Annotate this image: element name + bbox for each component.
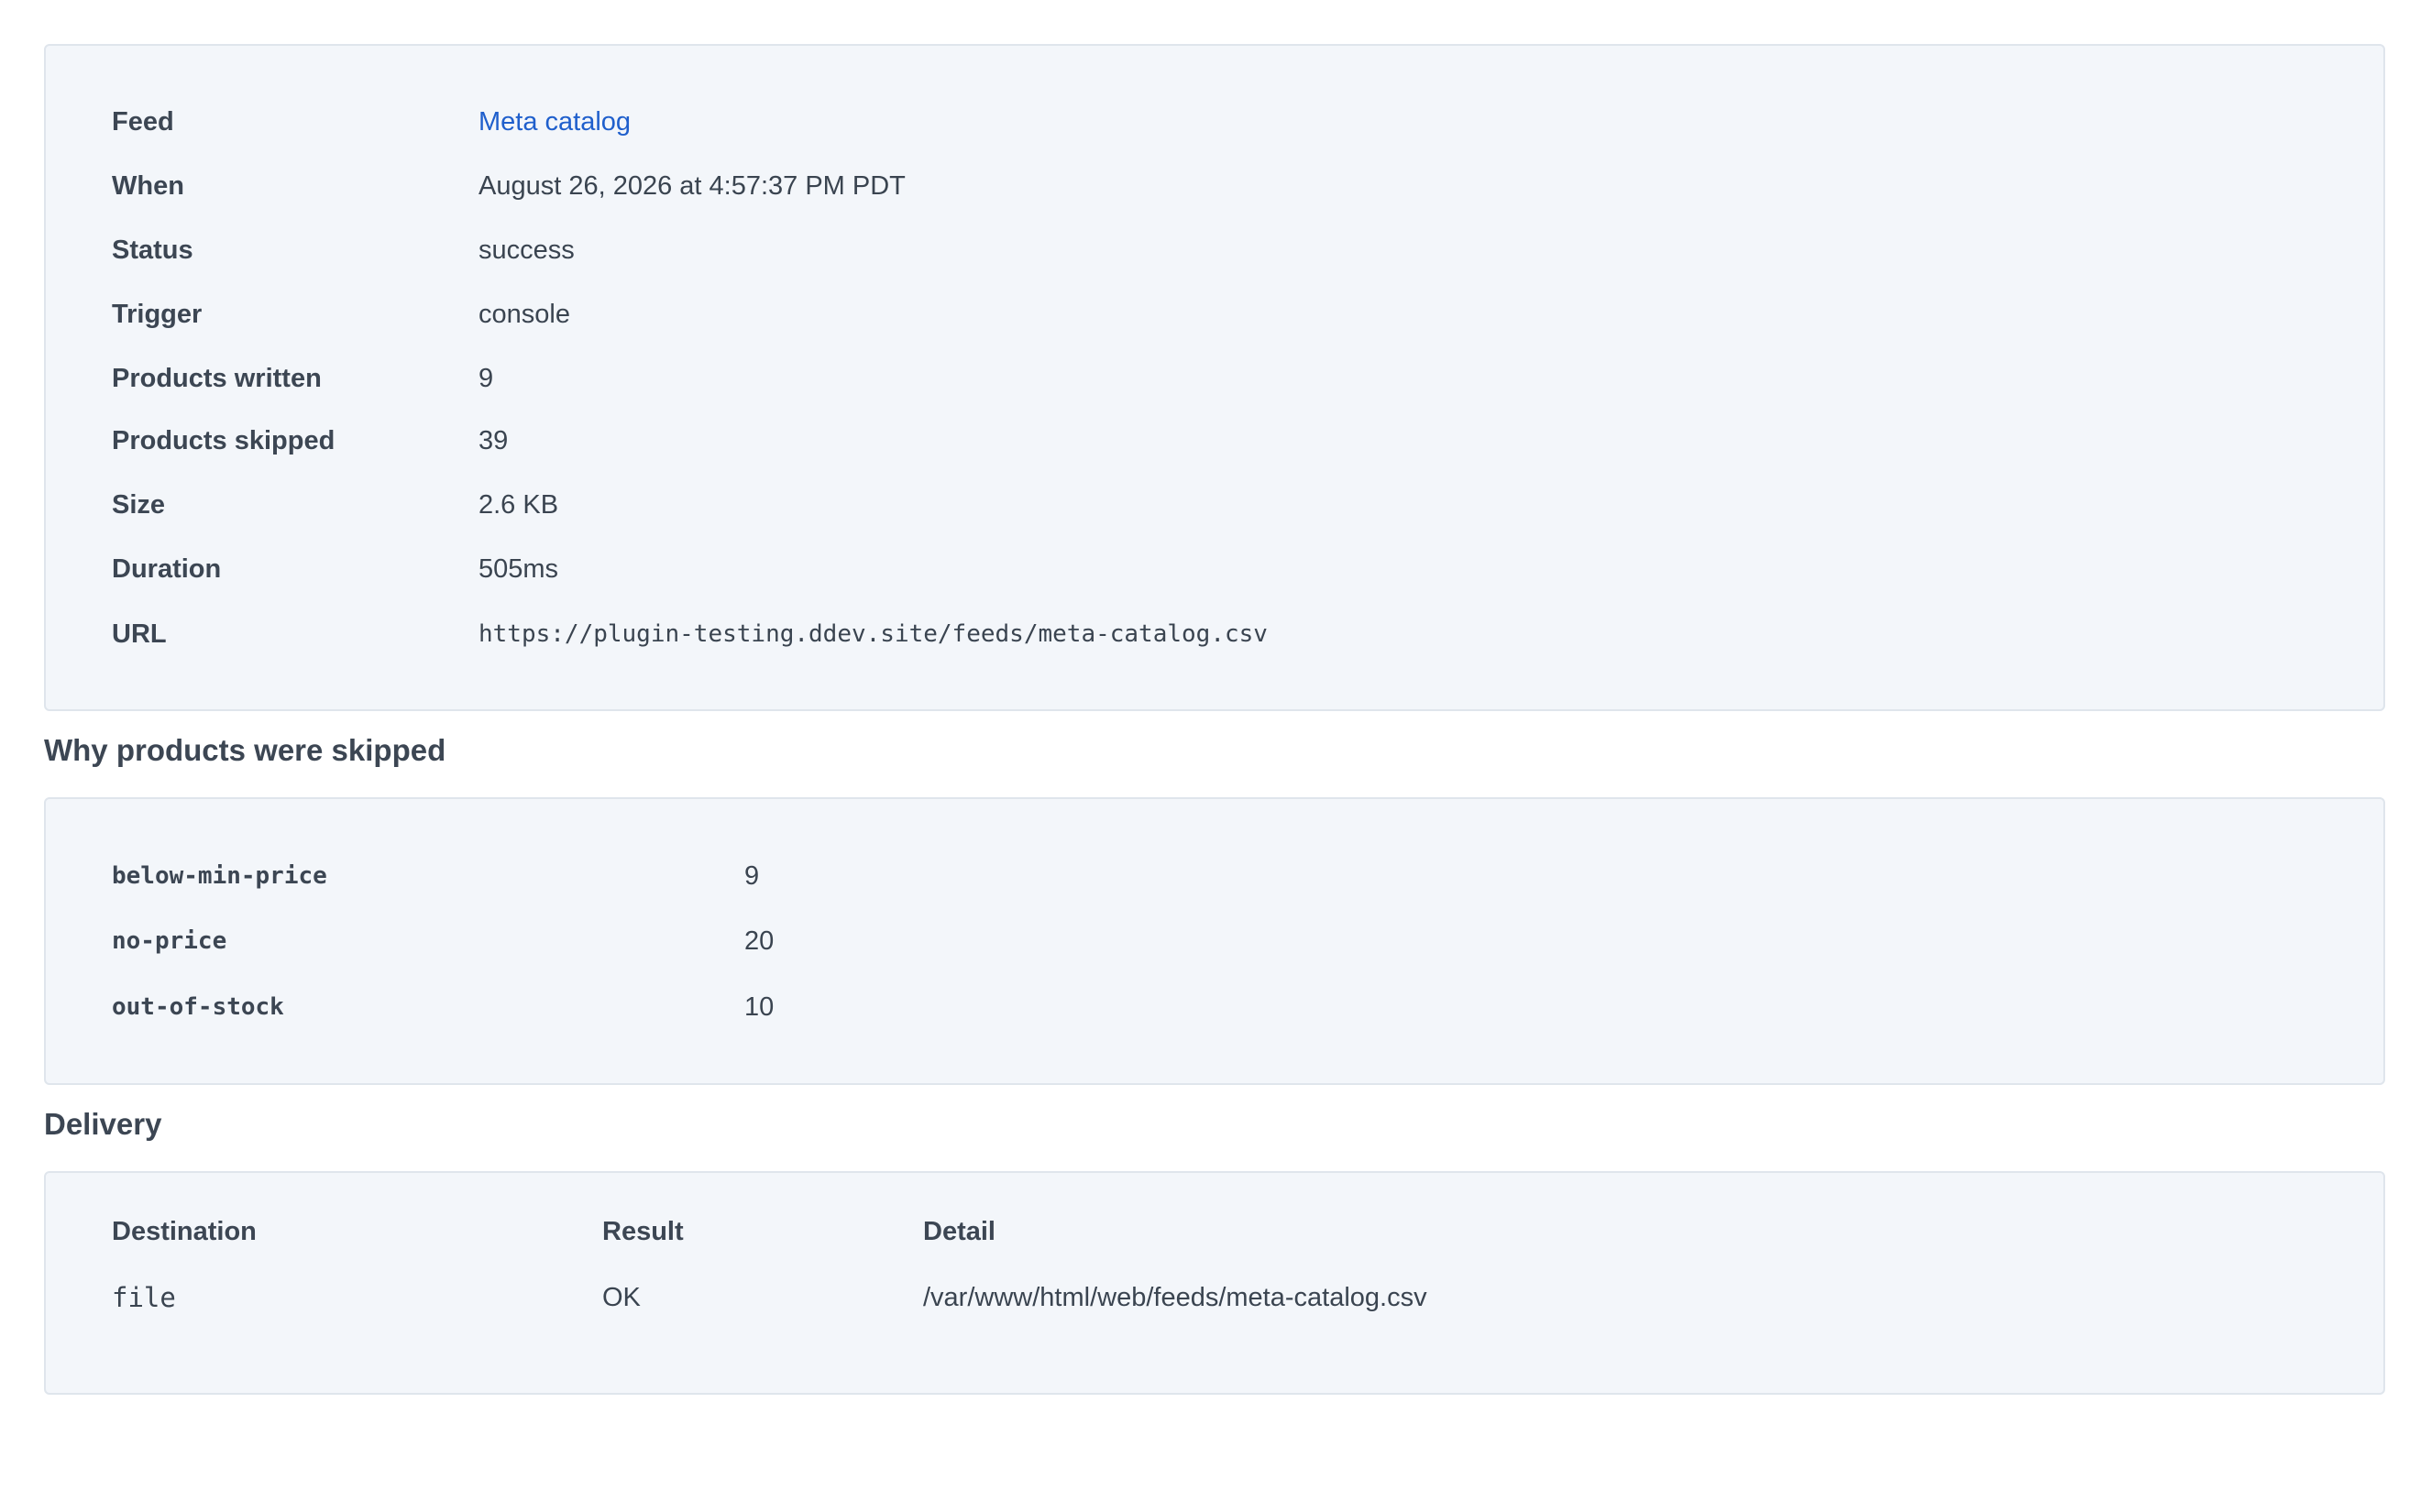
skip-reason-count: 20 (744, 926, 775, 956)
skip-reasons-heading: Why products were skipped (44, 733, 446, 767)
skip-reason-code: below-min-price (112, 862, 327, 890)
url-value: https://plugin-testing.ddev.site/feeds/m… (478, 620, 1268, 648)
delivery-panel: Destination Result Detail file OK /var/w… (44, 1171, 2385, 1395)
duration-label: Duration (112, 553, 222, 584)
skip-reason-code: no-price (112, 927, 227, 955)
skip-reason-code: out-of-stock (112, 993, 284, 1021)
size-label: Size (112, 489, 166, 520)
destination-cell: file (112, 1282, 176, 1313)
delivery-heading: Delivery (44, 1107, 162, 1141)
skip-reason-count: 9 (744, 861, 760, 891)
detail-cell: /var/www/html/web/feeds/meta-catalog.csv (923, 1283, 1427, 1312)
run-details-panel: Feed Meta catalog When August 26, 2026 a… (44, 44, 2385, 711)
trigger-label: Trigger (112, 299, 203, 329)
when-label: When (112, 170, 184, 201)
destination-column-header: Destination (112, 1217, 257, 1246)
trigger-value: console (478, 299, 570, 329)
feed-link[interactable]: Meta catalog (478, 107, 631, 137)
detail-column-header: Detail (923, 1217, 996, 1246)
result-column-header: Result (602, 1217, 684, 1246)
products-skipped-value: 39 (478, 425, 509, 455)
url-label: URL (112, 619, 167, 649)
status-value: success (478, 235, 575, 265)
result-cell: OK (602, 1283, 641, 1312)
when-value: August 26, 2026 at 4:57:37 PM PDT (478, 170, 906, 201)
products-skipped-label: Products skipped (112, 425, 336, 455)
feed-run-page: Feed Meta catalog When August 26, 2026 a… (0, 0, 2431, 1512)
status-label: Status (112, 235, 193, 265)
feed-label: Feed (112, 106, 174, 137)
duration-value: 505ms (478, 553, 559, 584)
size-value: 2.6 KB (478, 489, 559, 520)
products-written-value: 9 (478, 363, 494, 393)
skip-reason-count: 10 (744, 992, 775, 1022)
products-written-label: Products written (112, 363, 322, 393)
skip-reasons-panel: below-min-price 9 no-price 20 out-of-sto… (44, 797, 2385, 1085)
